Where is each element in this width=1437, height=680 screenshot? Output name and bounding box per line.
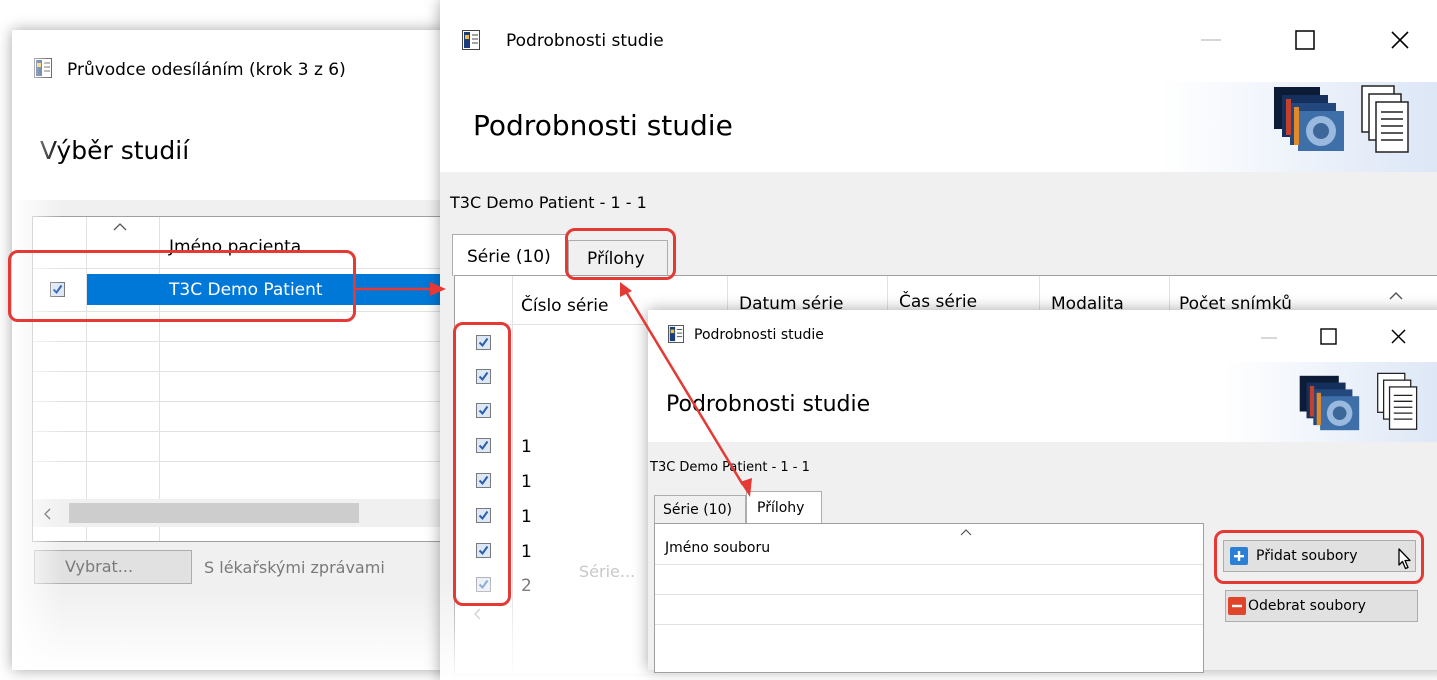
annotation-arrows — [356, 282, 752, 497]
